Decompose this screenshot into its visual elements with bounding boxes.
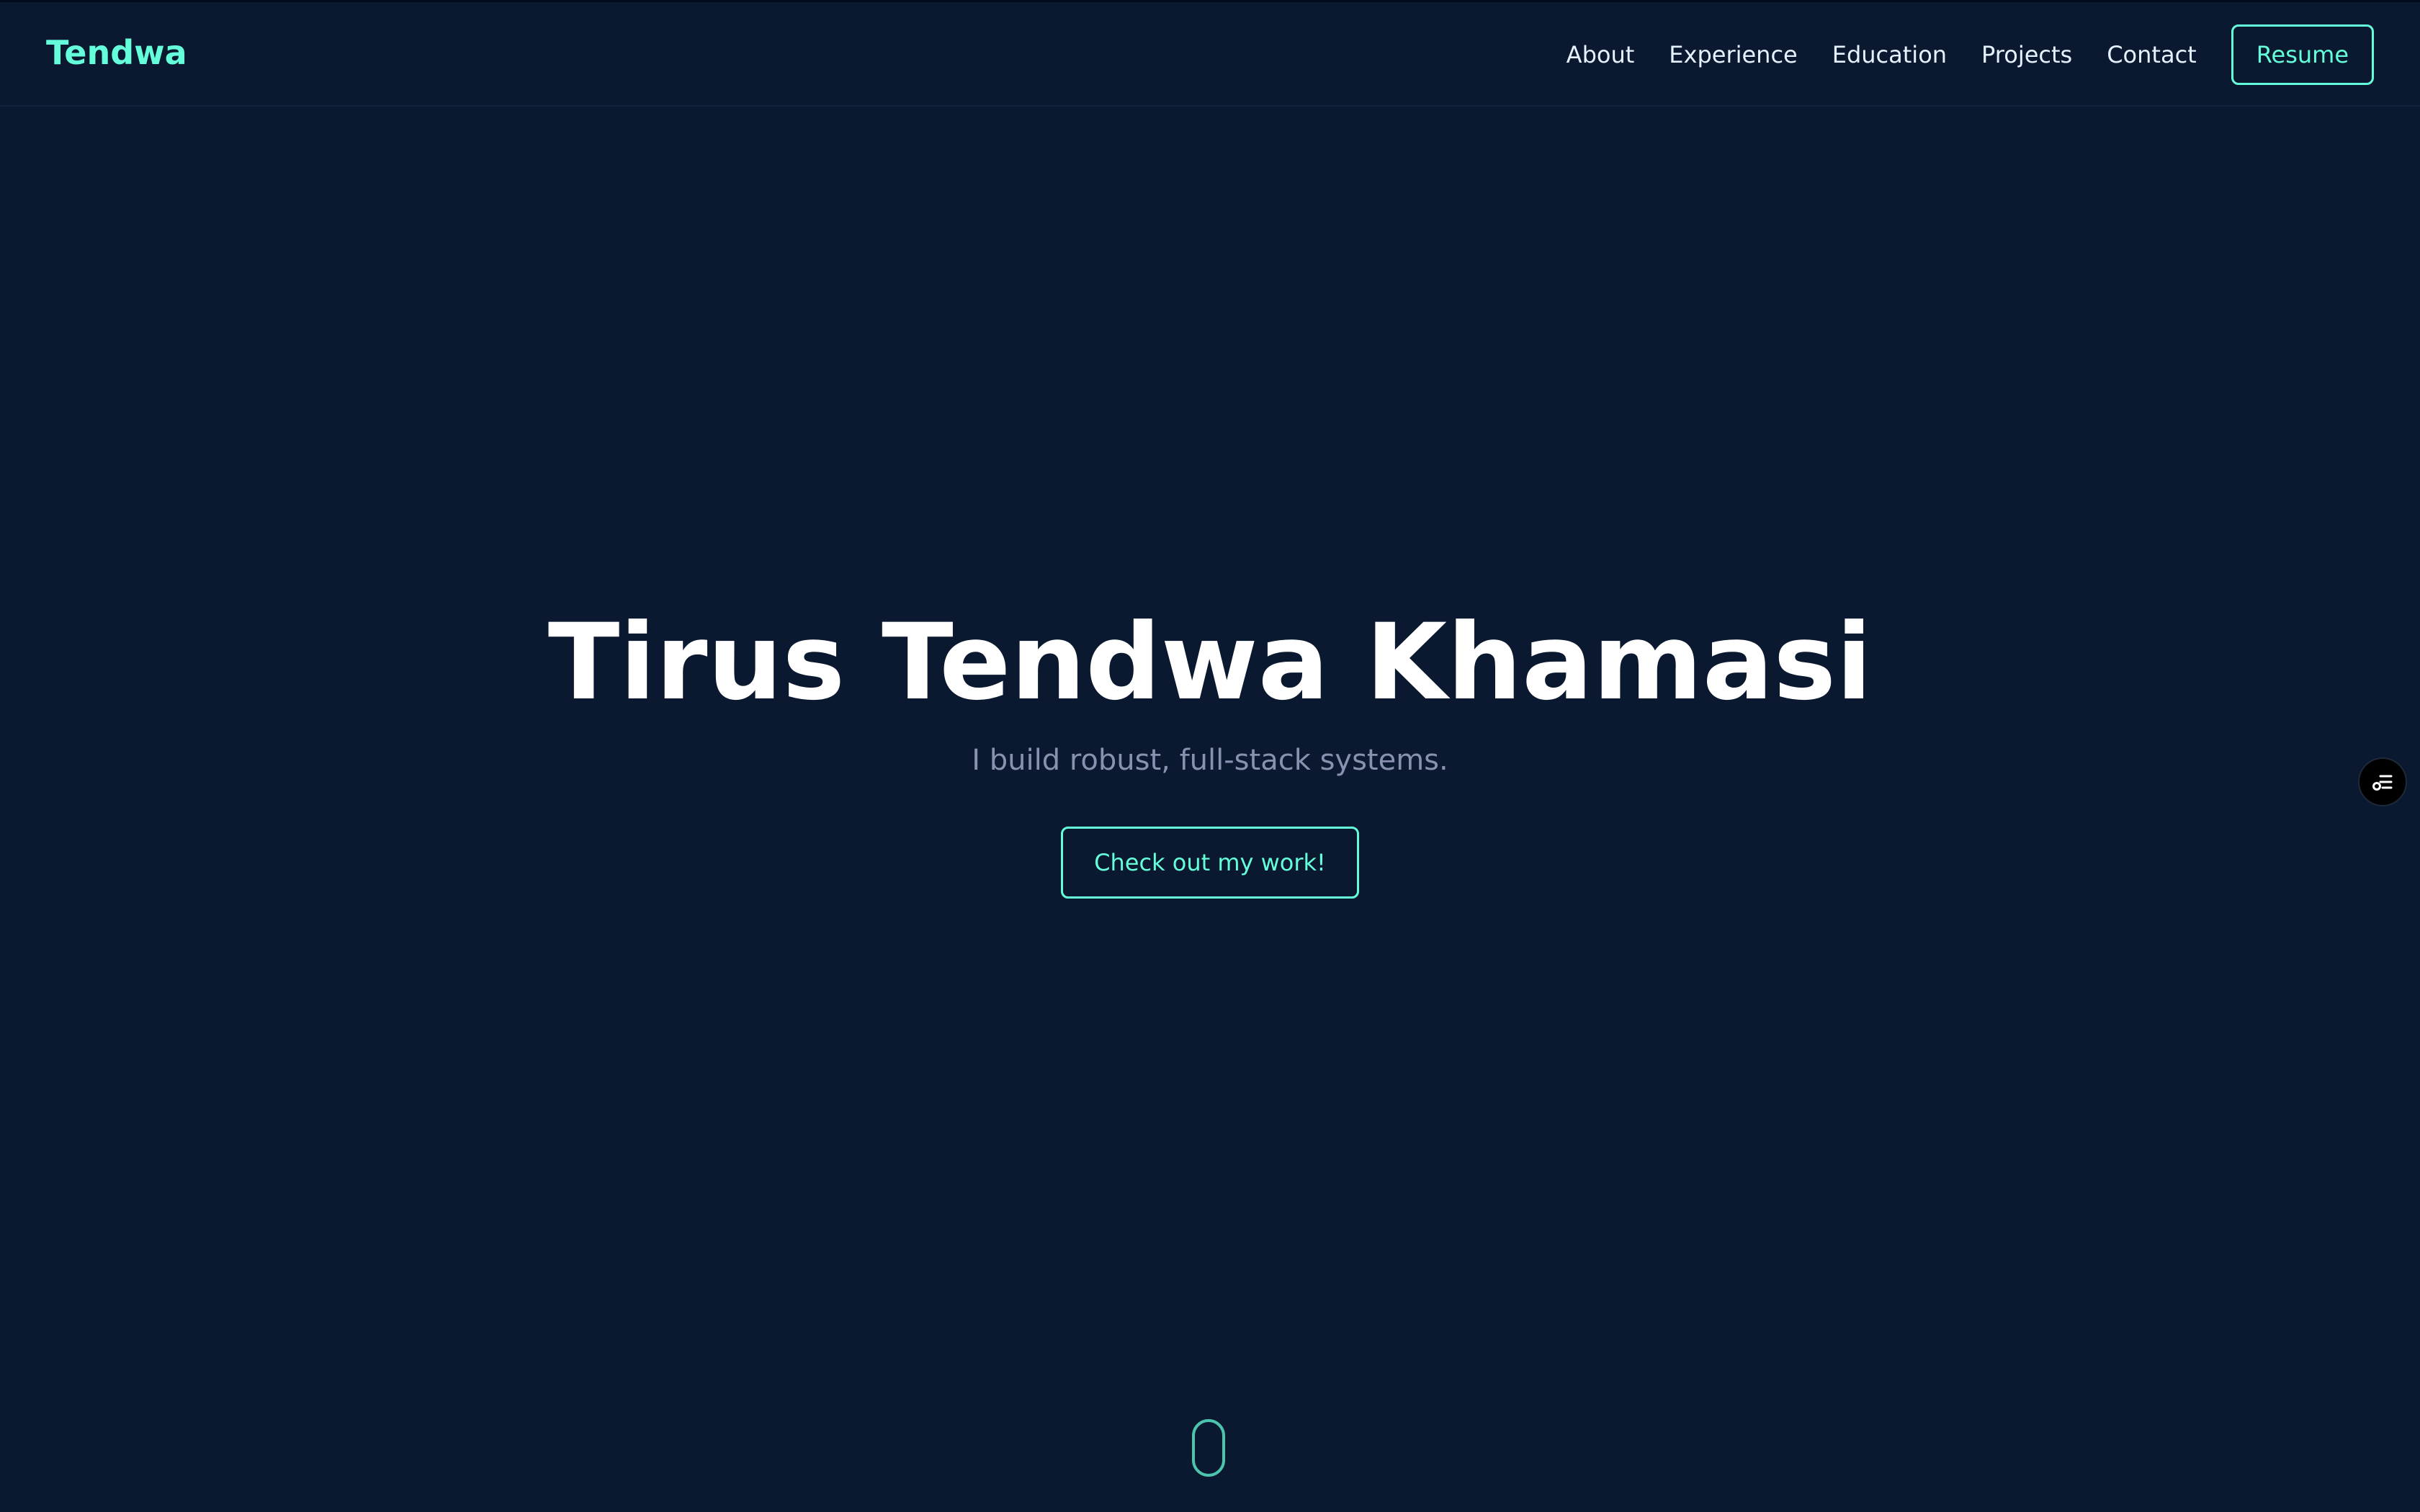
settings-list-icon [2372,775,2393,791]
nav-link-contact[interactable]: Contact [2107,41,2197,68]
top-navbar: Tendwa About Experience Education Projec… [0,0,2420,107]
hero-name: Tirus Tendwa Khamasi [547,601,1873,724]
nav-links: About Experience Education Projects Cont… [1567,24,2374,86]
nav-link-about[interactable]: About [1567,41,1635,68]
mouse-scroll-icon[interactable] [1192,1419,1225,1477]
site-logo[interactable]: Tendwa [46,31,187,74]
check-out-work-button[interactable]: Check out my work! [1061,827,1359,899]
hero-tagline: I build robust, full-stack systems. [972,744,1448,777]
side-settings-widget[interactable] [2358,757,2407,806]
nav-link-education[interactable]: Education [1832,41,1947,68]
nav-link-projects[interactable]: Projects [1981,41,2072,68]
resume-button[interactable]: Resume [2231,24,2374,85]
hero-section: Tirus Tendwa Khamasi I build robust, ful… [0,0,2420,1512]
nav-link-experience[interactable]: Experience [1669,41,1797,68]
